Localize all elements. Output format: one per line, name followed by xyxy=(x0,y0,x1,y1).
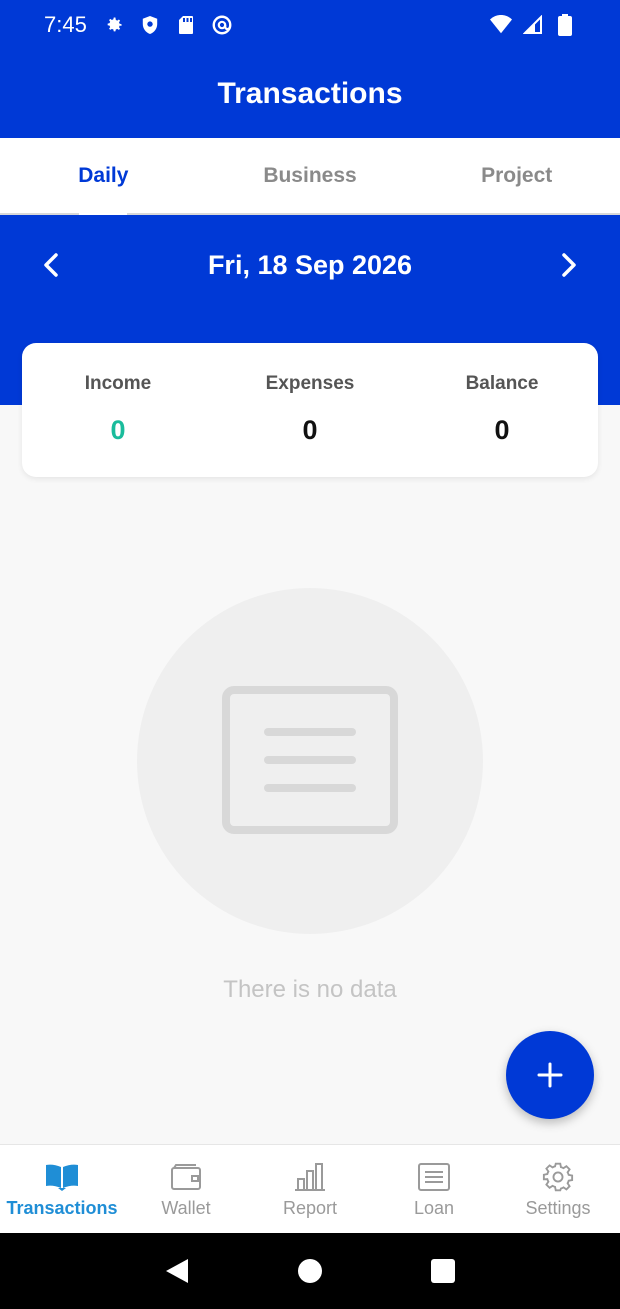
system-navigation-bar xyxy=(0,1233,620,1309)
expenses-label: Expenses xyxy=(265,373,355,394)
nav-settings[interactable]: Settings xyxy=(496,1145,620,1233)
summary-card: Income 0 Expenses 0 Balance 0 xyxy=(22,343,598,477)
empty-state-illustration xyxy=(137,588,483,934)
current-date: Fri, 18 Sep 2026 xyxy=(207,249,413,280)
date-row: Fri, 18 Sep 2026 xyxy=(0,243,620,287)
system-back-button[interactable] xyxy=(162,1256,192,1286)
wifi-icon xyxy=(490,14,512,36)
plus-icon xyxy=(537,1062,563,1088)
expenses-value: 0 xyxy=(302,415,318,445)
chevron-left-icon xyxy=(44,253,58,277)
balance-label: Balance xyxy=(465,373,539,394)
status-bar: 7:45 xyxy=(0,0,620,50)
system-recents-button[interactable] xyxy=(428,1256,458,1286)
bottom-navigation: Transactions Wallet Report Loan Settings xyxy=(0,1144,620,1233)
book-icon xyxy=(45,1160,79,1194)
signal-icon xyxy=(522,14,544,36)
back-triangle-icon xyxy=(165,1259,188,1283)
nav-settings-label: Settings xyxy=(525,1197,591,1218)
nav-transactions[interactable]: Transactions xyxy=(0,1145,124,1233)
document-icon xyxy=(222,686,398,834)
nav-report[interactable]: Report xyxy=(248,1145,372,1233)
gear-icon xyxy=(103,14,125,36)
nav-loan[interactable]: Loan xyxy=(372,1145,496,1233)
wallet-icon xyxy=(169,1160,203,1194)
status-right-icons xyxy=(490,14,576,36)
add-transaction-button[interactable] xyxy=(506,1031,594,1119)
income-value: 0 xyxy=(110,415,126,445)
sd-card-icon xyxy=(175,14,197,36)
recents-square-icon xyxy=(431,1259,456,1283)
gear-icon xyxy=(541,1160,575,1194)
next-date-button[interactable] xyxy=(554,250,584,280)
nav-loan-label: Loan xyxy=(413,1197,455,1218)
page-title: Transactions xyxy=(217,77,403,110)
home-circle-icon xyxy=(297,1259,322,1283)
system-home-button[interactable] xyxy=(295,1256,325,1286)
tab-business[interactable]: Business xyxy=(207,138,414,213)
bar-chart-icon xyxy=(293,1160,327,1194)
app-header: Transactions xyxy=(0,50,620,138)
nav-wallet-label: Wallet xyxy=(161,1197,211,1218)
nav-wallet[interactable]: Wallet xyxy=(124,1145,248,1233)
tab-project[interactable]: Project xyxy=(413,138,620,213)
income-summary: Income 0 xyxy=(22,343,214,477)
income-label: Income xyxy=(84,373,152,394)
list-icon xyxy=(417,1160,451,1194)
battery-icon xyxy=(554,14,576,36)
nav-report-label: Report xyxy=(282,1197,338,1218)
status-left-icons xyxy=(103,14,233,36)
previous-date-button[interactable] xyxy=(36,250,66,280)
chevron-right-icon xyxy=(562,253,576,277)
tab-bar: Daily Business Project xyxy=(0,138,620,215)
at-sign-icon xyxy=(211,14,233,36)
status-time: 7:45 xyxy=(44,12,87,37)
empty-state-text: There is no data xyxy=(223,976,397,1003)
tab-daily[interactable]: Daily xyxy=(0,138,207,213)
expenses-summary: Expenses 0 xyxy=(214,343,406,477)
balance-summary: Balance 0 xyxy=(406,343,598,477)
shield-icon xyxy=(139,14,161,36)
nav-transactions-label: Transactions xyxy=(6,1197,118,1218)
balance-value: 0 xyxy=(494,415,510,445)
